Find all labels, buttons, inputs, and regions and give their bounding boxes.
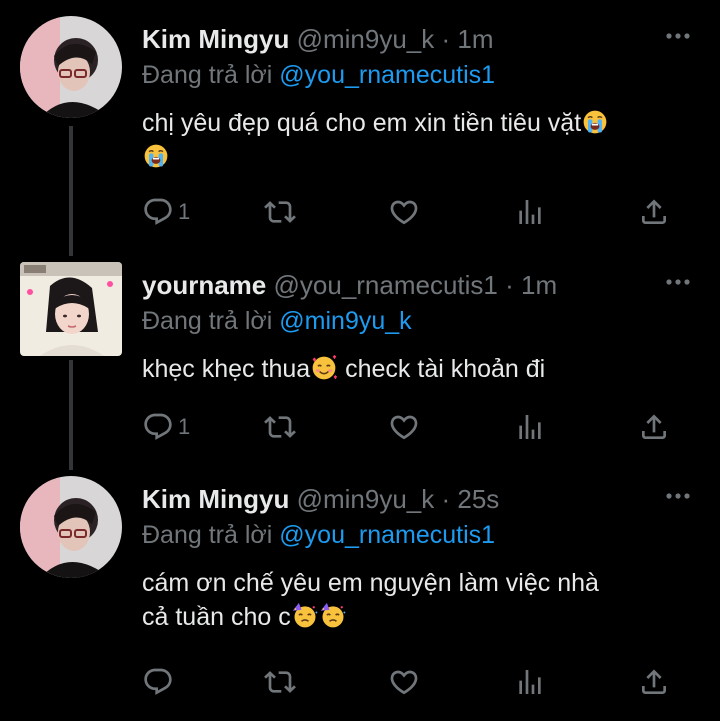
avatar[interactable] (20, 262, 122, 356)
retweet-button[interactable] (264, 194, 296, 230)
tweet-text-content: chị yêu đẹp quá cho em xin tiền tiêu vặt (142, 109, 582, 137)
views-button[interactable] (514, 194, 546, 230)
replying-to-handle[interactable]: @min9yu_k (279, 307, 411, 335)
retweet-button[interactable] (264, 409, 296, 445)
share-icon (638, 411, 670, 443)
tweet-text: khẹc khẹc thua check tài khoản đi (142, 352, 697, 386)
partying-face-icon (291, 602, 319, 630)
more-icon[interactable] (664, 272, 692, 292)
timeline: Kim Mingyu @min9yu_k · 1m Đang trả lời @… (0, 0, 720, 721)
separator: · (441, 484, 451, 514)
share-button[interactable] (638, 664, 670, 700)
replying-to-handle[interactable]: @you_rnamecutis1 (279, 61, 495, 89)
tweet-header: Kim Mingyu @min9yu_k · 1m (142, 22, 494, 56)
tweet[interactable]: Kim Mingyu @min9yu_k · 1m Đang trả lời @… (0, 0, 720, 245)
like-icon (388, 666, 420, 698)
avatar[interactable] (20, 16, 122, 118)
share-icon (638, 666, 670, 698)
share-icon (638, 196, 670, 228)
retweet-icon (264, 196, 296, 228)
like-icon (388, 196, 420, 228)
tweet-header: Kim Mingyu @min9yu_k · 25s (142, 482, 499, 516)
tweet-text: chị yêu đẹp quá cho em xin tiền tiêu vặt (142, 106, 697, 174)
replying-to-label: Đang trả lời (142, 61, 273, 89)
replying-to-handle[interactable]: @you_rnamecutis1 (279, 521, 495, 549)
action-bar: 1 (142, 194, 682, 230)
more-icon[interactable] (664, 26, 692, 46)
username[interactable]: @min9yu_k (297, 24, 435, 54)
tweet-text-line-2: cả tuần cho c (142, 603, 291, 631)
loudly-crying-face-icon (581, 108, 609, 136)
replying-to: Đang trả lời @you_rnamecutis1 (142, 518, 495, 552)
smiling-face-with-hearts-icon (310, 354, 338, 382)
retweet-icon (264, 666, 296, 698)
tweet-text-after: check tài khoản đi (338, 355, 546, 383)
reply-icon (142, 666, 174, 698)
views-button[interactable] (514, 409, 546, 445)
action-bar: 1 (142, 409, 682, 445)
username[interactable]: @you_rnamecutis1 (274, 270, 498, 300)
tweet[interactable]: Kim Mingyu @min9yu_k · 25s Đang trả lời … (0, 460, 720, 721)
reply-icon (142, 411, 174, 443)
like-button[interactable] (388, 194, 420, 230)
timestamp[interactable]: 25s (457, 484, 499, 514)
reply-count: 1 (178, 414, 191, 439)
timestamp[interactable]: 1m (521, 270, 557, 300)
replying-to-label: Đang trả lời (142, 307, 273, 335)
reply-button[interactable] (142, 664, 174, 700)
like-button[interactable] (388, 664, 420, 700)
reply-count: 1 (178, 199, 191, 224)
replying-to: Đang trả lời @min9yu_k (142, 304, 412, 338)
display-name[interactable]: Kim Mingyu (142, 24, 289, 54)
views-icon (514, 411, 546, 443)
more-icon[interactable] (664, 486, 692, 506)
retweet-icon (264, 411, 296, 443)
separator: · (505, 270, 514, 300)
timestamp[interactable]: 1m (457, 24, 493, 54)
partying-face-icon (319, 602, 347, 630)
like-icon (388, 411, 420, 443)
tweet[interactable]: yourname @you_rnamecutis1 · 1m Đang trả … (0, 246, 720, 472)
display-name[interactable]: yourname (142, 270, 266, 300)
views-icon (514, 666, 546, 698)
share-button[interactable] (638, 194, 670, 230)
username[interactable]: @min9yu_k (297, 484, 435, 514)
replying-to: Đang trả lời @you_rnamecutis1 (142, 58, 495, 92)
loudly-crying-face-icon (142, 142, 170, 170)
share-button[interactable] (638, 409, 670, 445)
views-button[interactable] (514, 664, 546, 700)
replying-to-label: Đang trả lời (142, 521, 273, 549)
display-name[interactable]: Kim Mingyu (142, 484, 289, 514)
separator: · (441, 24, 451, 54)
like-button[interactable] (388, 409, 420, 445)
tweet-text: cám ơn chế yêu em nguyện làm việc nhà cả… (142, 566, 697, 634)
tweet-text-line-1: cám ơn chế yêu em nguyện làm việc nhà (142, 569, 599, 597)
action-bar (142, 664, 682, 700)
tweet-text-before: khẹc khẹc thua (142, 355, 311, 383)
reply-button[interactable]: 1 (142, 194, 190, 230)
reply-button[interactable]: 1 (142, 409, 190, 445)
retweet-button[interactable] (264, 664, 296, 700)
avatar[interactable] (20, 476, 122, 578)
views-icon (514, 196, 546, 228)
tweet-header: yourname @you_rnamecutis1 · 1m (142, 268, 557, 302)
reply-icon (142, 196, 174, 228)
